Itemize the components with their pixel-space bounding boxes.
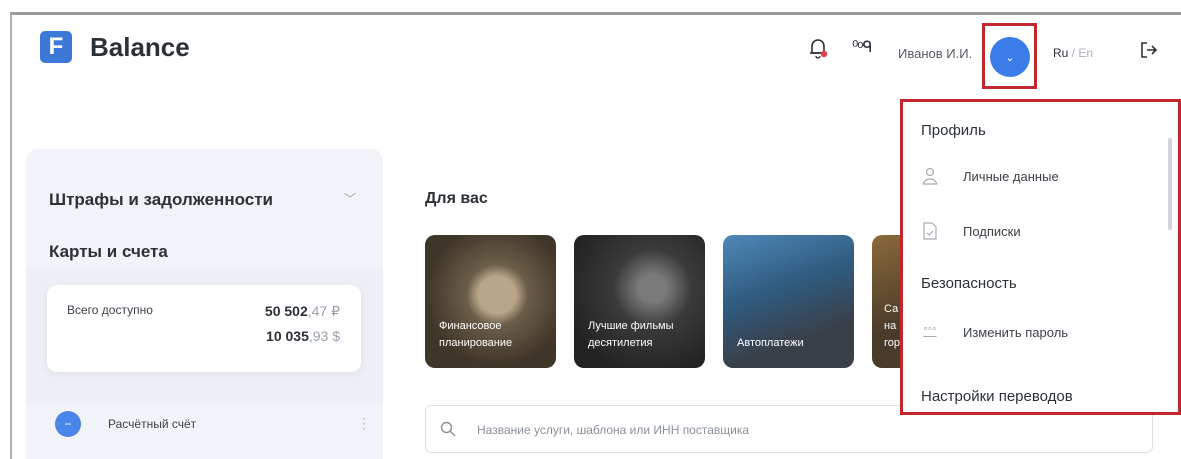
balance-rub-main: 50 502 <box>264 303 308 319</box>
menu-content: Профиль Личные данные Подписки Безопасно… <box>903 102 1171 412</box>
logout-icon[interactable] <box>1140 41 1158 64</box>
menu-section-transfers: Настройки переводов <box>921 388 1073 405</box>
balance-usd: 10 035,93 $ <box>266 328 340 344</box>
for-you-title: Для вас <box>425 190 488 207</box>
balance-usd-decimal: ,93 $ <box>308 328 340 344</box>
visibility-toggle-icon[interactable]: ⁰ᵒᑫ <box>852 37 872 57</box>
cards-accounts-title: Карты и счета <box>49 242 168 261</box>
promo-tile-label: Автоплатежи <box>737 337 804 349</box>
promo-tile[interactable]: Финансовое планирование <box>425 235 556 368</box>
menu-item-personal-data[interactable]: Личные данные <box>921 164 1161 188</box>
highlight-box-profile-button <box>982 23 1037 89</box>
brand-logo[interactable]: F Balance <box>40 31 190 63</box>
menu-item-change-password[interactable]: °°° Изменить пароль <box>921 320 1161 344</box>
promo-tile-label: Лучшие фильмы десятилетия <box>588 320 674 349</box>
user-icon <box>921 167 939 185</box>
document-check-icon <box>921 222 939 240</box>
app-window: F Balance ⁰ᵒᑫ Иванов И.И. ⌄ Ru / En Штра… <box>10 12 1181 459</box>
balance-usd-main: 10 035 <box>266 328 309 344</box>
promo-tile[interactable]: Автоплатежи <box>723 235 854 368</box>
language-switcher[interactable]: Ru / En <box>1053 46 1093 60</box>
menu-scrollbar[interactable] <box>1168 138 1172 230</box>
total-balance-card: Всего доступно 50 502,47 ₽ 10 035,93 $ <box>47 285 361 372</box>
menu-section-profile: Профиль <box>921 122 986 139</box>
promo-tile-label: Са на гор <box>884 303 901 349</box>
menu-item-label: Изменить пароль <box>963 324 1069 340</box>
promo-tile[interactable]: Лучшие фильмы десятилетия <box>574 235 705 368</box>
search-icon <box>440 421 456 442</box>
profile-dropdown-menu: Профиль Личные данные Подписки Безопасно… <box>900 99 1181 415</box>
menu-item-label: Подписки <box>963 223 1021 239</box>
password-icon: °°° <box>923 326 937 338</box>
lang-en[interactable]: En <box>1078 46 1093 60</box>
menu-section-security: Безопасность <box>921 275 1017 292</box>
menu-item-label: Личные данные <box>963 168 1059 184</box>
user-name[interactable]: Иванов И.И. <box>898 46 972 61</box>
left-panel: Штрафы и задолженности ﹀ Карты и счета В… <box>26 149 383 459</box>
balance-rub-decimal: ,47 ₽ <box>307 303 340 319</box>
lang-ru[interactable]: Ru <box>1053 46 1068 60</box>
account-icon[interactable]: − <box>55 411 81 437</box>
search-placeholder: Название услуги, шаблона или ИНН поставщ… <box>477 423 750 437</box>
logo-mark: F <box>40 31 72 63</box>
bell-icon[interactable] <box>808 37 828 59</box>
menu-item-subscriptions[interactable]: Подписки <box>921 219 1161 243</box>
promo-tile-label: Финансовое планирование <box>439 320 513 349</box>
lang-separator: / <box>1068 46 1079 60</box>
account-label[interactable]: Расчётный счёт <box>108 417 196 431</box>
chevron-down-icon[interactable]: ﹀ <box>344 190 356 207</box>
total-available-label: Всего доступно <box>67 303 153 317</box>
more-icon[interactable]: ⋮ <box>357 415 371 432</box>
fines-title[interactable]: Штрафы и задолженности <box>49 190 273 210</box>
balance-rub: 50 502,47 ₽ <box>265 303 340 320</box>
brand-name: Balance <box>90 31 190 62</box>
